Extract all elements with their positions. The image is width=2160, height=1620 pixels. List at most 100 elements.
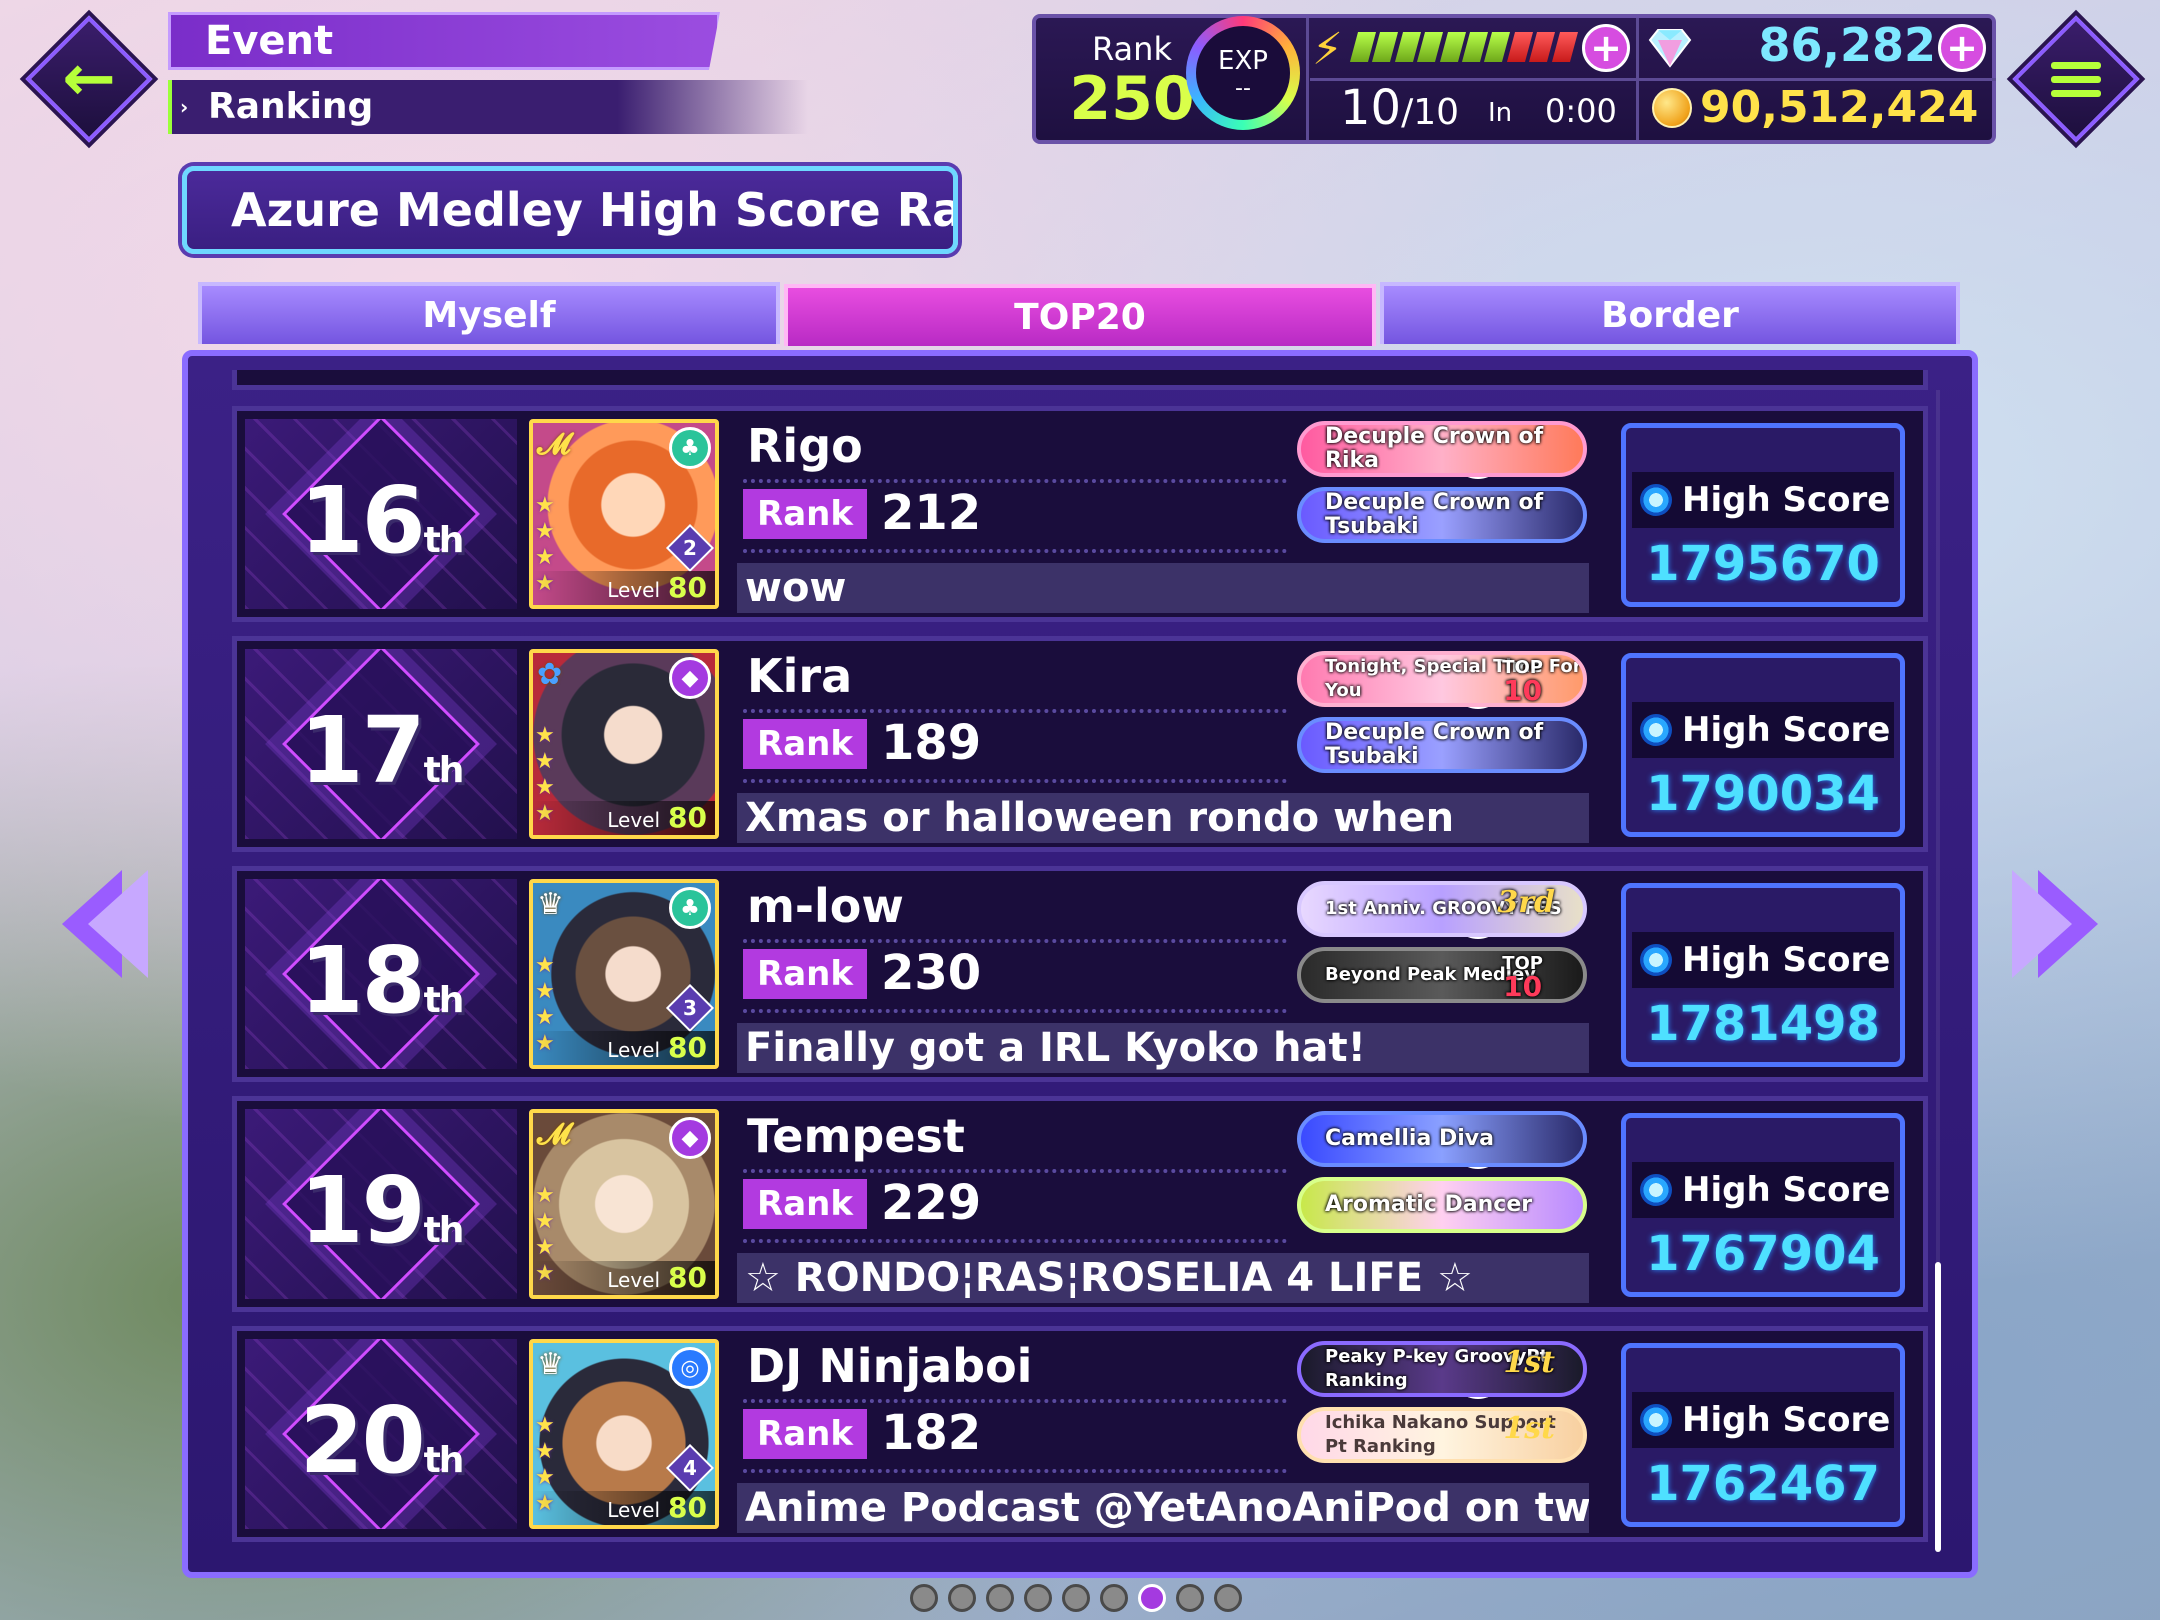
- stamina-current: 10: [1340, 80, 1402, 136]
- exp-gauge: EXP --: [1186, 16, 1300, 130]
- player-rank-label: Rank: [1092, 30, 1172, 68]
- cool-attribute-icon: ◆: [669, 1117, 711, 1159]
- placement-suffix: th: [423, 980, 465, 1021]
- tab-myself[interactable]: Myself: [198, 282, 780, 344]
- ranking-row[interactable]: 20th ♛ ◎ ★★★★ 4 Level80 DJ Ninjaboi i Ra…: [232, 1326, 1928, 1542]
- page-dot[interactable]: [1100, 1584, 1128, 1612]
- high-score-value: 1781498: [1646, 996, 1880, 1052]
- gem-plus-button[interactable]: +: [1938, 24, 1986, 72]
- leader-card[interactable]: ✿ ◆ ★★★★ Level80: [529, 649, 719, 839]
- stamina-timer: 0:00: [1545, 92, 1617, 130]
- leader-card[interactable]: 𝓜 ♣ ★★★★ 2 Level80: [529, 419, 719, 609]
- player-comment: wow: [737, 563, 1589, 613]
- page-dot-active[interactable]: [1138, 1584, 1166, 1612]
- high-score-label: High Score: [1682, 940, 1891, 980]
- stamina-plus-button[interactable]: +: [1582, 24, 1630, 72]
- leader-card[interactable]: ♛ ♣ ★★★★ 3 Level80: [529, 879, 719, 1069]
- player-comment: Xmas or halloween rondo when: [737, 793, 1589, 843]
- exp-label: EXP: [1218, 45, 1268, 76]
- coin-count: 90,512,424: [1700, 82, 1979, 133]
- high-score-box: High Score 1762467: [1621, 1343, 1905, 1527]
- title-badge: Decuple Crown of Tsubaki: [1297, 717, 1587, 773]
- placement-number: 16: [299, 467, 426, 574]
- page-dot[interactable]: [1214, 1584, 1242, 1612]
- rank-tag: Rank: [743, 489, 867, 539]
- leader-card[interactable]: ♛ ◎ ★★★★ 4 Level80: [529, 1339, 719, 1529]
- player-name: Rigo: [747, 419, 863, 473]
- high-score-box: High Score 1795670: [1621, 423, 1905, 607]
- placement-badge: 18th: [245, 879, 517, 1069]
- player-comment: Finally got a IRL Kyoko hat!: [737, 1023, 1589, 1073]
- high-score-value: 1790034: [1646, 766, 1880, 822]
- placement-suffix: th: [423, 750, 465, 791]
- stamina-count: 10/10: [1340, 80, 1459, 136]
- leader-card[interactable]: 𝓜 ◆ ★★★★ Level80: [529, 1109, 719, 1299]
- chevron-right-icon: ›: [180, 95, 189, 119]
- next-page-arrow-icon[interactable]: [2012, 860, 2108, 990]
- previous-row-edge: [232, 370, 1928, 390]
- high-score-label: High Score: [1682, 480, 1891, 520]
- rank-tag: Rank: [743, 719, 867, 769]
- band-logo-icon: ✿: [537, 657, 563, 692]
- tab-border[interactable]: Border: [1380, 282, 1960, 344]
- rank-tag: Rank: [743, 1409, 867, 1459]
- event-title: Azure Medley High Score Ranking: [182, 166, 958, 254]
- title-badge: Tonight, Special Time For You TOP 10: [1297, 651, 1587, 707]
- high-score-value: 1762467: [1646, 1456, 1880, 1512]
- placement-number: 18: [299, 927, 426, 1034]
- cool-attribute-icon: ◆: [669, 657, 711, 699]
- score-icon: [1640, 484, 1672, 516]
- stamina-bar: [1349, 32, 1579, 62]
- player-comment: ☆ RONDO¦RAS¦ROSELIA 4 LIFE ☆: [737, 1253, 1589, 1303]
- player-name: Kira: [747, 649, 853, 703]
- page-dot[interactable]: [948, 1584, 976, 1612]
- back-button[interactable]: ←: [24, 14, 154, 144]
- title-badge: Decuple Crown of Rika: [1297, 421, 1587, 477]
- ranking-row[interactable]: 19th 𝓜 ◆ ★★★★ Level80 Tempest i Rank 229…: [232, 1096, 1928, 1312]
- high-score-box: High Score 1767904: [1621, 1113, 1905, 1297]
- lightning-icon: ⚡: [1312, 24, 1343, 75]
- menu-button[interactable]: [2006, 14, 2146, 144]
- title-badge: Camellia Diva: [1297, 1111, 1587, 1167]
- placement-number: 19: [299, 1157, 426, 1264]
- player-name: m-low: [747, 879, 904, 933]
- tab-top20[interactable]: TOP20: [784, 284, 1376, 346]
- previous-page-arrow-icon[interactable]: [52, 860, 148, 990]
- page-dot[interactable]: [910, 1584, 938, 1612]
- player-rank: 212: [881, 485, 982, 541]
- band-logo-icon: 𝓜: [537, 1117, 571, 1152]
- high-score-label: High Score: [1682, 710, 1891, 750]
- high-score-label: High Score: [1682, 1170, 1891, 1210]
- card-level: Level 80: [533, 1031, 715, 1065]
- high-score-value: 1795670: [1646, 536, 1880, 592]
- title-badge: Peaky P-key GroovyPt Ranking 1st: [1297, 1341, 1587, 1397]
- title-badge: Ichika Nakano Support Pt Ranking 1st: [1297, 1407, 1587, 1463]
- stamina-max: /10: [1401, 92, 1460, 133]
- band-logo-icon: ♛: [537, 887, 564, 922]
- placement-suffix: th: [423, 1210, 465, 1251]
- happy-attribute-icon: ♣: [669, 427, 711, 469]
- scrollbar-thumb[interactable]: [1935, 1262, 1941, 1552]
- page-dot[interactable]: [1024, 1584, 1052, 1612]
- player-name: DJ Ninjaboi: [747, 1339, 1033, 1393]
- ranking-row[interactable]: 16th 𝓜 ♣ ★★★★ 2 Level80 Rigo i Rank 212 …: [232, 406, 1928, 622]
- page-dot[interactable]: [1062, 1584, 1090, 1612]
- placement-number: 20: [299, 1387, 426, 1494]
- exp-value: --: [1235, 75, 1251, 101]
- high-score-box: High Score 1781498: [1621, 883, 1905, 1067]
- placement-number: 17: [299, 697, 426, 804]
- card-level: Level 80: [533, 571, 715, 605]
- title-badge: Decuple Crown of Tsubaki: [1297, 487, 1587, 543]
- score-icon: [1640, 1174, 1672, 1206]
- high-score-value: 1767904: [1646, 1226, 1880, 1282]
- ranking-row[interactable]: 17th ✿ ◆ ★★★★ Level80 Kira i Rank 189 Xm…: [232, 636, 1928, 852]
- page-dot[interactable]: [986, 1584, 1014, 1612]
- placement-badge: 17th: [245, 649, 517, 839]
- pagination-dots[interactable]: [910, 1584, 1242, 1612]
- happy-attribute-icon: ♣: [669, 887, 711, 929]
- page-dot[interactable]: [1176, 1584, 1204, 1612]
- gem-icon: [1648, 29, 1692, 68]
- title-badge: 1st Anniv. GROOVY FES 3rd: [1297, 881, 1587, 937]
- player-name: Tempest: [747, 1109, 965, 1163]
- ranking-row[interactable]: 18th ♛ ♣ ★★★★ 3 Level80 m-low i Rank 230…: [232, 866, 1928, 1082]
